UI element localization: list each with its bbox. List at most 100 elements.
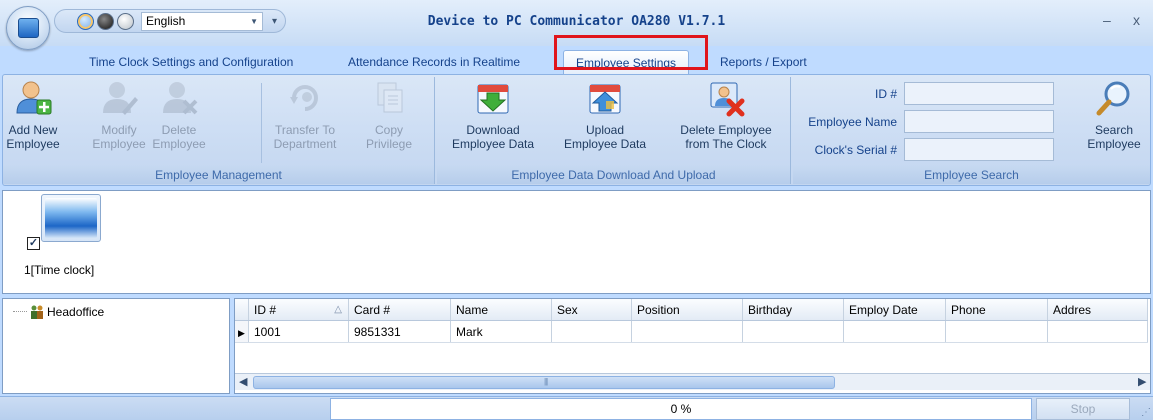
transfer-label-2: Department (273, 137, 337, 151)
sort-ascending-icon: △ (334, 304, 342, 315)
department-tree: Headoffice (2, 298, 230, 394)
column-header-id[interactable]: ID # △ (249, 299, 349, 320)
copy-privilege-button[interactable]: Copy Privilege (357, 79, 421, 151)
progress-text: 0 % (670, 402, 692, 416)
modify-employee-label-1: Modify (101, 123, 137, 137)
cell-id[interactable]: 1001 (249, 321, 349, 342)
column-header-employ-date[interactable]: Employ Date (844, 299, 946, 320)
cell-birthday[interactable] (743, 321, 844, 342)
cell-employ-date[interactable] (844, 321, 946, 342)
app-icon (18, 18, 39, 38)
transfer-label-1: Transfer To (274, 123, 336, 137)
black-theme-icon[interactable] (97, 12, 114, 30)
employee-name-input[interactable] (904, 110, 1054, 133)
scroll-left-icon[interactable]: ◀ (239, 374, 247, 390)
clock-serial-input[interactable] (904, 138, 1054, 161)
status-bar: 0 % Stop ⋰ (0, 396, 1153, 420)
delete-from-clock-icon (707, 79, 745, 117)
tree-item-headoffice[interactable]: Headoffice (47, 305, 104, 319)
tab-attendance-records[interactable]: Attendance Records in Realtime (348, 50, 520, 74)
id-input[interactable] (904, 82, 1054, 105)
column-header-position[interactable]: Position (632, 299, 743, 320)
silver-theme-icon[interactable] (117, 12, 134, 30)
employee-data-transfer-group: Download Employee Data Upload Employee D… (437, 77, 791, 184)
modify-employee-label-2: Employee (92, 137, 146, 151)
copy-privilege-label-1: Copy (374, 123, 403, 137)
stop-button[interactable]: Stop (1036, 398, 1130, 420)
column-header-name[interactable]: Name (451, 299, 552, 320)
title-bar: English ▼ ▾ Device to PC Communicator OA… (0, 0, 1153, 50)
customize-toolbar-icon[interactable]: ▾ (272, 16, 277, 27)
employee-management-label: Employee Management (3, 166, 434, 184)
search-employee-label-2: Employee (1087, 137, 1141, 151)
delete-employee-label-1: Delete (161, 123, 197, 137)
transfer-to-department-button[interactable]: Transfer To Department (267, 79, 343, 151)
copy-privilege-label-2: Privilege (365, 137, 413, 151)
employee-management-group: Add New Employee Modify Employee Delete … (3, 77, 435, 184)
blue-theme-icon[interactable] (77, 12, 94, 30)
cell-position[interactable] (632, 321, 743, 342)
add-new-employee-button[interactable]: Add New Employee (3, 79, 63, 151)
device-checkbox[interactable]: ✓ (27, 237, 40, 250)
search-employee-button[interactable]: Search Employee (1081, 79, 1147, 151)
column-header-birthday[interactable]: Birthday (743, 299, 844, 320)
resize-grip-icon[interactable]: ⋰ (1141, 407, 1151, 418)
column-header-card[interactable]: Card # (349, 299, 451, 320)
transfer-icon (286, 79, 324, 117)
ribbon-separator (261, 83, 262, 163)
cell-sex[interactable] (552, 321, 632, 342)
device-label[interactable]: 1[Time clock] (24, 263, 94, 277)
cell-name[interactable]: Mark (451, 321, 552, 342)
cell-card[interactable]: 9851331 (349, 321, 451, 342)
horizontal-scrollbar[interactable]: ◀ ||| ▶ (235, 373, 1150, 390)
grid-header: ID # △ Card # Name Sex Position Birthday … (235, 299, 1148, 321)
add-new-employee-label-2: Employee (6, 137, 60, 151)
delete-employee-button[interactable]: Delete Employee (151, 79, 207, 151)
download-employee-data-button[interactable]: Download Employee Data (443, 79, 543, 151)
modify-employee-icon (100, 79, 138, 117)
time-clock-icon[interactable] (41, 194, 101, 242)
language-select[interactable]: English ▼ (141, 11, 263, 31)
column-header-phone[interactable]: Phone (946, 299, 1048, 320)
employee-search-label: Employee Search (793, 166, 1150, 184)
tab-reports-export[interactable]: Reports / Export (720, 50, 807, 74)
group-icon (29, 304, 45, 323)
row-pointer-icon: ▶ (235, 321, 249, 342)
add-new-employee-label-1: Add New (8, 123, 58, 137)
scroll-right-icon[interactable]: ▶ (1138, 374, 1146, 390)
close-button[interactable]: x (1133, 12, 1140, 28)
column-header-id-text: ID # (254, 303, 277, 317)
clock-serial-label: Clock's Serial # (814, 143, 897, 157)
upload-label-1: Upload (585, 123, 625, 137)
application-menu-button[interactable] (6, 6, 50, 50)
chevron-down-icon: ▼ (250, 16, 258, 26)
ribbon-tabs: Time Clock Settings and Configuration At… (0, 46, 1153, 74)
quick-access-toolbar: English ▼ ▾ (54, 9, 287, 33)
scrollbar-grip-icon: ||| (544, 377, 548, 386)
tab-employee-settings[interactable]: Employee Settings (563, 50, 690, 74)
column-header-sex[interactable]: Sex (552, 299, 632, 320)
delete-employee-icon (160, 79, 198, 117)
table-row[interactable]: ▶ 1001 9851331 Mark (235, 321, 1148, 343)
modify-employee-button[interactable]: Modify Employee (91, 79, 147, 151)
delete-employee-from-clock-button[interactable]: Delete Employee from The Clock (667, 79, 785, 151)
language-value: English (146, 14, 186, 28)
cell-address[interactable] (1048, 321, 1148, 342)
row-selector-header (235, 299, 249, 320)
scrollbar-thumb[interactable]: ||| (253, 376, 835, 389)
upload-employee-data-button[interactable]: Upload Employee Data (555, 79, 655, 151)
device-screen (45, 198, 97, 238)
employee-name-label: Employee Name (808, 115, 897, 129)
delete-from-clock-label-1: Delete Employee (680, 123, 772, 137)
cell-phone[interactable] (946, 321, 1048, 342)
tab-time-clock-settings[interactable]: Time Clock Settings and Configuration (89, 50, 293, 74)
delete-from-clock-label-2: from The Clock (685, 137, 767, 151)
download-label-1: Download (466, 123, 520, 137)
upload-label-2: Employee Data (563, 137, 647, 151)
search-employee-label-1: Search (1094, 123, 1134, 137)
column-header-address[interactable]: Addres (1048, 299, 1148, 320)
tree-connector (13, 311, 27, 312)
minimize-button[interactable]: – (1103, 12, 1111, 28)
upload-icon (586, 79, 624, 117)
delete-employee-label-2: Employee (152, 137, 206, 151)
